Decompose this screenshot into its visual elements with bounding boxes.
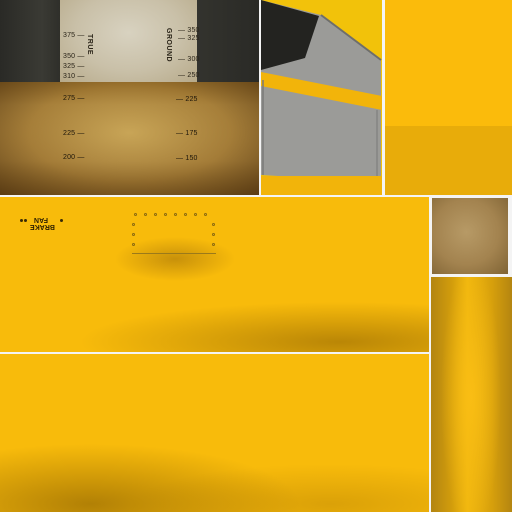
- decal-dot: [20, 219, 23, 222]
- rivet: [132, 233, 135, 236]
- yellow-side-panel: FAN BRAKE: [0, 197, 429, 352]
- left-scale-mark: 375 —: [63, 32, 85, 39]
- yellow-block-top: [385, 0, 512, 126]
- right-scale-mark: — 300: [178, 56, 200, 63]
- yellow-curved-strip: [431, 277, 512, 512]
- access-plate: [132, 213, 216, 254]
- right-scale-mark: — 350: [178, 27, 200, 34]
- rivet: [212, 223, 215, 226]
- decal-dot: [24, 219, 27, 222]
- rivet: [154, 213, 157, 216]
- rivet: [134, 213, 137, 216]
- left-scale-mark: 325 —: [63, 63, 85, 70]
- yellow-lower-panel: [0, 354, 429, 512]
- left-scale-mark: 350 —: [63, 53, 85, 60]
- decal-text-fan: FAN: [34, 216, 48, 223]
- rivet: [132, 223, 135, 226]
- rivet: [174, 213, 177, 216]
- right-scale-mark: — 225: [176, 96, 198, 103]
- rivet: [132, 243, 135, 246]
- rivet: [204, 213, 207, 216]
- gauge-frame-right: [197, 0, 259, 82]
- gauge-frame-left: [0, 0, 60, 82]
- rivet: [212, 233, 215, 236]
- left-scale-mark: 310 —: [63, 73, 85, 80]
- gauge-label-ground: GROUND: [165, 28, 172, 63]
- rivet: [144, 213, 147, 216]
- right-scale-mark: — 175: [176, 130, 198, 137]
- decal-dot: [60, 219, 63, 222]
- gray-panel-graphic: [261, 0, 382, 195]
- rivet: [212, 243, 215, 246]
- rivet: [164, 213, 167, 216]
- fan-brake-decal: FAN BRAKE: [20, 216, 66, 230]
- tan-metal-swatch: [432, 198, 508, 274]
- rivet: [184, 213, 187, 216]
- gauge-texture-panel: TRUE GROUND 375 — 350 — 325 — 310 — 275 …: [0, 0, 259, 195]
- yellow-block-lower: [385, 126, 512, 195]
- left-scale-mark: 225 —: [63, 130, 85, 137]
- left-scale-mark: 275 —: [63, 95, 85, 102]
- gray-cab-panel: [261, 0, 382, 195]
- right-scale-mark: — 325: [178, 35, 200, 42]
- gauge-label-true: TRUE: [86, 34, 93, 56]
- left-scale-mark: 200 —: [63, 154, 85, 161]
- rivet: [194, 213, 197, 216]
- right-scale-mark: — 150: [176, 155, 198, 162]
- decal-text-brake: BRAKE: [30, 223, 55, 230]
- right-scale-mark: — 250: [178, 72, 200, 79]
- gauge-liquid-level: [0, 82, 259, 195]
